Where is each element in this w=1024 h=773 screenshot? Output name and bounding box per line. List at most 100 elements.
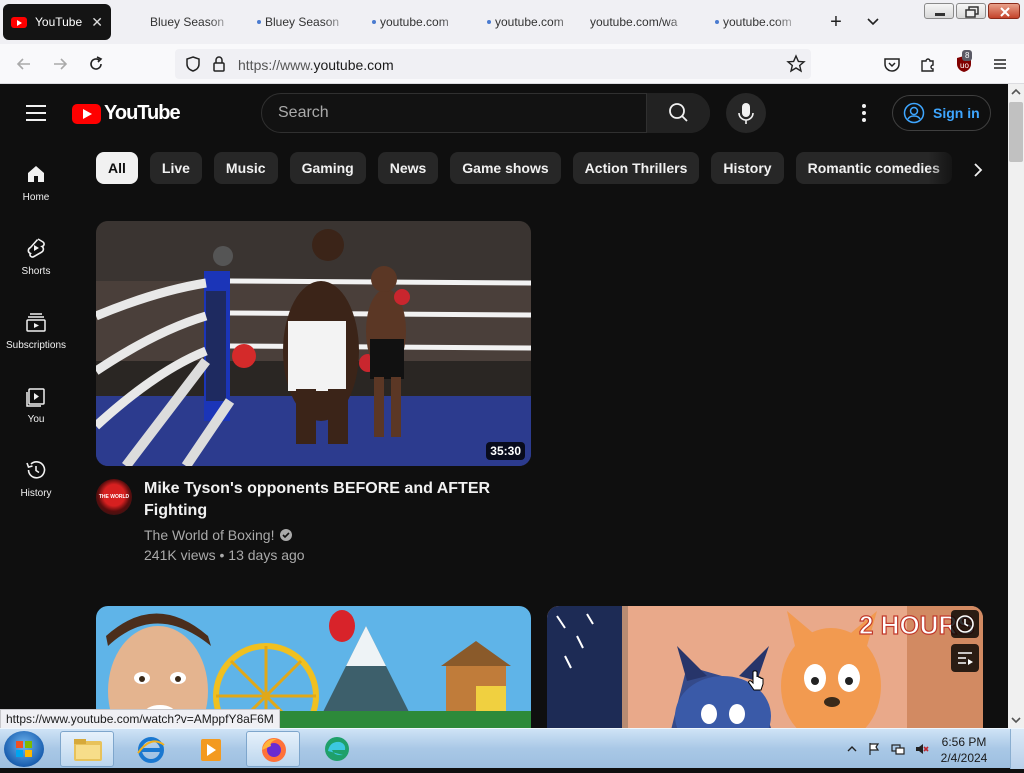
lock-icon[interactable] [209, 54, 229, 74]
restore-button[interactable] [956, 3, 986, 19]
sidebar-item-label: You [27, 414, 45, 425]
chip-all[interactable]: All [96, 152, 138, 184]
start-button[interactable] [4, 731, 44, 767]
chips-next-chevron-icon[interactable] [968, 160, 988, 180]
upload-age: 13 days ago [228, 547, 305, 563]
video-title[interactable]: Mike Tyson's opponents BEFORE and AFTER … [144, 478, 504, 522]
unread-dot-icon [372, 20, 376, 24]
chip-gaming[interactable]: Gaming [289, 152, 366, 184]
extension-badge-count: 8 [962, 50, 973, 61]
scroll-up-arrow-icon[interactable] [1008, 84, 1024, 100]
taskbar-clock[interactable]: 6:56 PM 2/4/2024 [934, 734, 994, 766]
back-arrow-icon[interactable] [14, 54, 34, 74]
app-menu-hamburger-icon[interactable] [990, 54, 1010, 74]
scrollbar-thumb[interactable] [1009, 102, 1023, 162]
add-to-queue-icon[interactable] [951, 644, 979, 672]
tab-youtube-active[interactable]: YouTube ✕ [3, 4, 111, 40]
tab-label: youtube.com/wa [590, 15, 678, 29]
guide-menu-icon[interactable] [26, 105, 46, 121]
video-thumbnail-boxing[interactable]: 35:30 [96, 221, 531, 466]
sign-in-button[interactable]: Sign in [892, 95, 991, 131]
browser-tab-strip: YouTube ✕ Bluey Season Bluey Season yout… [0, 0, 1024, 44]
search-icon [669, 103, 688, 122]
bookmark-star-icon[interactable] [786, 54, 806, 74]
sidebar-item-subscriptions[interactable]: Subscriptions [0, 310, 72, 351]
filter-chips-bar: All Live Music Gaming News Game shows Ac… [96, 152, 952, 185]
clock-date: 2/4/2024 [940, 751, 988, 765]
watch-later-clock-icon[interactable] [951, 610, 979, 638]
sidebar-item-history[interactable]: History [0, 458, 72, 499]
tab-bluey-season-2[interactable]: Bluey Season [235, 4, 350, 40]
window-controls [924, 3, 1020, 19]
show-hidden-icons-arrow-icon[interactable] [845, 742, 859, 756]
volume-muted-icon[interactable] [915, 742, 929, 756]
edge-icon [325, 737, 349, 761]
extensions-puzzle-icon[interactable] [918, 54, 938, 74]
close-window-button[interactable] [988, 3, 1020, 19]
chip-action-thrillers[interactable]: Action Thrillers [572, 152, 700, 184]
search-box [261, 93, 710, 133]
pocket-icon[interactable] [882, 54, 902, 74]
search-input[interactable] [262, 94, 647, 132]
network-icon[interactable] [891, 742, 905, 756]
tab-youtube-4[interactable]: youtube.com [465, 4, 580, 40]
url-text[interactable]: https://www.youtube.com [238, 57, 394, 73]
tab-label: YouTube [35, 15, 83, 29]
search-button[interactable] [646, 93, 710, 133]
taskbar-internet-explorer[interactable] [124, 731, 178, 767]
internet-explorer-icon [137, 737, 165, 763]
voice-search-button[interactable] [726, 93, 766, 133]
shorts-icon [27, 238, 45, 258]
youtube-wordmark: YouTube [104, 102, 181, 124]
sidebar-item-shorts[interactable]: Shorts [0, 236, 72, 277]
channel-name[interactable]: The World of Boxing! [144, 527, 274, 543]
tab-youtube-3[interactable]: youtube.com [350, 4, 465, 40]
tab-bluey-season-1[interactable]: Bluey Season [120, 4, 235, 40]
you-library-icon [26, 388, 45, 407]
chip-history[interactable]: History [711, 152, 784, 184]
hand-cursor-icon [748, 670, 764, 691]
tab-youtube-watch[interactable]: youtube.com/wa [580, 4, 693, 40]
chip-game-shows[interactable]: Game shows [450, 152, 561, 184]
youtube-page: YouTube Sign in Home Shorts Subscription… [0, 84, 1008, 728]
tracking-protection-shield-icon[interactable] [183, 54, 203, 74]
forward-arrow-icon[interactable] [50, 54, 70, 74]
settings-kebab-icon[interactable] [854, 102, 874, 124]
taskbar-edge[interactable] [310, 731, 364, 767]
scroll-down-arrow-icon[interactable] [1008, 712, 1024, 728]
chip-news[interactable]: News [377, 152, 439, 184]
microphone-icon [738, 103, 754, 124]
tab-youtube-6[interactable]: youtube.com [693, 4, 801, 40]
taskbar-media-player[interactable] [184, 731, 238, 767]
channel-name-row: The World of Boxing! [144, 527, 293, 543]
sidebar-item-you[interactable]: You [0, 384, 72, 425]
url-prefix: https://www. [238, 57, 314, 73]
action-center-flag-icon[interactable] [867, 742, 881, 756]
taskbar-file-explorer[interactable] [60, 731, 114, 767]
sidebar-item-home[interactable]: Home [0, 162, 72, 203]
list-all-tabs-chevron-icon[interactable] [863, 12, 883, 32]
chip-music[interactable]: Music [213, 152, 278, 184]
meta-separator: • [219, 547, 229, 563]
minimize-button[interactable] [924, 3, 954, 19]
channel-avatar[interactable]: THE WORLD OF BOXING [96, 479, 132, 515]
youtube-logo[interactable]: YouTube [72, 102, 181, 125]
avatar-text: THE WORLD OF BOXING [98, 494, 130, 500]
taskbar-firefox[interactable] [246, 731, 300, 767]
view-count: 241K views [144, 547, 216, 563]
sidebar-item-label: Subscriptions [5, 340, 67, 351]
new-tab-plus-icon[interactable]: + [823, 11, 849, 34]
reload-icon[interactable] [86, 54, 106, 74]
windows-taskbar: 6:56 PM 2/4/2024 [0, 728, 1024, 769]
folder-icon [74, 739, 102, 761]
unread-dot-icon [715, 20, 719, 24]
show-desktop-button[interactable] [1010, 729, 1024, 769]
unread-dot-icon [257, 20, 261, 24]
windows-logo-icon [16, 741, 32, 757]
sign-in-label: Sign in [933, 105, 980, 121]
tab-close-icon[interactable]: ✕ [91, 14, 103, 31]
video-thumbnail-bluey[interactable]: 2 HOURS [547, 606, 983, 728]
chip-live[interactable]: Live [149, 152, 202, 184]
address-bar[interactable]: https://www.youtube.com [175, 49, 811, 79]
page-scrollbar[interactable] [1008, 84, 1024, 728]
